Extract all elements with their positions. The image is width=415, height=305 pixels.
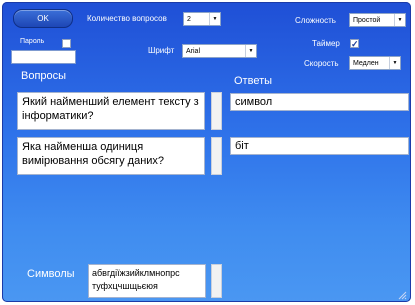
font-value: Arial <box>186 48 201 55</box>
font-dropdown[interactable]: Arial ▼ <box>182 44 257 58</box>
ok-button[interactable]: OK <box>13 9 73 28</box>
question-count-label: Количество вопросов <box>87 14 167 23</box>
question-1-text[interactable]: Який найменший елемент тексту з інформат… <box>17 92 205 130</box>
symbols-label: Символы <box>27 268 75 280</box>
password-input[interactable] <box>11 50 76 64</box>
symbols-input[interactable]: абвгдіїжзийклмнопрс туфхцчшщьєюя <box>88 264 206 298</box>
timer-label: Таймер <box>312 39 340 48</box>
chevron-down-icon: ▼ <box>245 45 256 57</box>
timer-checkbox[interactable]: ✓ <box>350 39 359 49</box>
question-1-scrollbar[interactable] <box>211 92 222 130</box>
quiz-editor-window: OK Количество вопросов 2 ▼ Пароль Шрифт … <box>2 2 411 302</box>
answer-2-input[interactable]: біт <box>230 137 409 155</box>
chevron-down-icon: ▼ <box>209 13 220 25</box>
speed-value: Медлен <box>353 60 379 67</box>
password-checkbox[interactable] <box>62 39 71 48</box>
question-count-dropdown[interactable]: 2 ▼ <box>183 12 221 26</box>
difficulty-value: Простой <box>353 17 381 24</box>
questions-heading: Вопросы <box>21 70 67 82</box>
difficulty-dropdown[interactable]: Простой ▼ <box>349 13 406 27</box>
font-label: Шрифт <box>148 46 175 55</box>
question-count-value: 2 <box>187 16 191 23</box>
resize-grip-icon[interactable] <box>398 291 407 300</box>
chevron-down-icon: ▼ <box>394 14 405 26</box>
answers-heading: Ответы <box>234 75 273 87</box>
answer-1-input[interactable]: символ <box>230 93 409 111</box>
chevron-down-icon: ▼ <box>389 57 400 69</box>
symbols-scrollbar[interactable] <box>211 264 222 298</box>
question-2-text[interactable]: Яка найменша одиниця вимірювання обсягу … <box>17 137 205 175</box>
speed-label: Скорость <box>304 59 339 68</box>
password-label: Пароль <box>20 38 45 45</box>
speed-dropdown[interactable]: Медлен ▼ <box>349 56 401 70</box>
check-icon: ✓ <box>351 39 359 49</box>
question-2-scrollbar[interactable] <box>211 137 222 175</box>
difficulty-label: Сложность <box>295 16 336 25</box>
